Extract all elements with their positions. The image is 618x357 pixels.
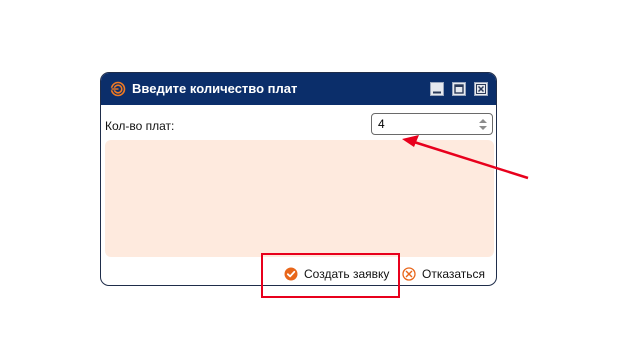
screen: Введите количество плат Кол-во плат: 4 С… — [0, 0, 618, 357]
annotation-highlight-box — [261, 253, 400, 298]
annotation-arrow — [402, 135, 529, 180]
